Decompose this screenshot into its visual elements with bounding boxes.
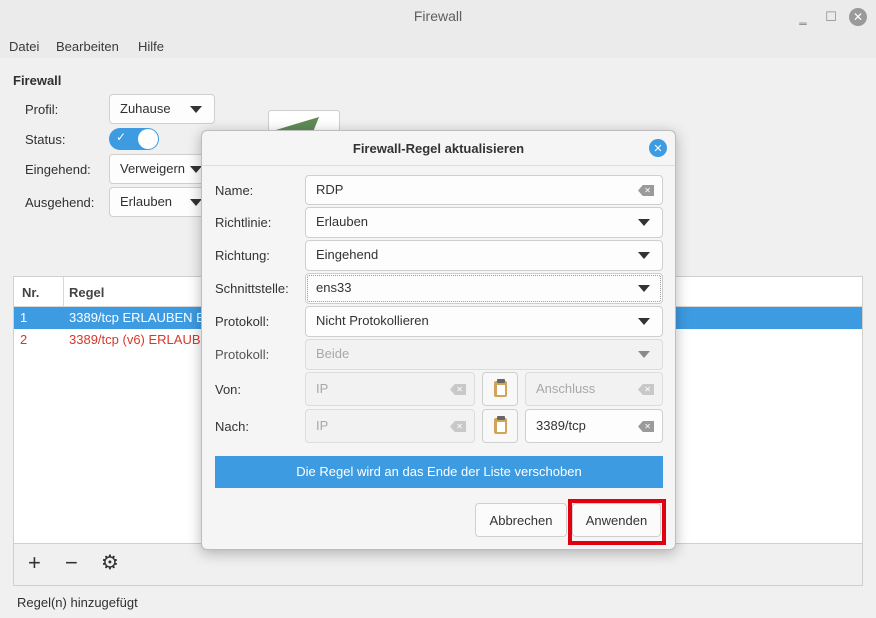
close-icon[interactable]: ✕	[849, 8, 867, 26]
from-label: Von:	[215, 382, 242, 397]
minimize-icon[interactable]: ‗	[794, 8, 812, 26]
to-ip-input[interactable]: IP ✕	[305, 409, 475, 443]
to-paste-button[interactable]	[482, 409, 518, 443]
column-divider	[63, 277, 64, 307]
chevron-down-icon	[638, 318, 650, 325]
info-banner: Die Regel wird an das Ende der Liste ver…	[215, 456, 663, 488]
interface-label: Schnittstelle:	[215, 281, 289, 296]
cancel-button[interactable]: Abbrechen	[475, 503, 567, 537]
chevron-down-icon	[638, 351, 650, 358]
menu-bar: Datei Bearbeiten Hilfe	[0, 34, 876, 58]
from-port-placeholder: Anschluss	[536, 381, 596, 396]
from-paste-button[interactable]	[482, 372, 518, 406]
outgoing-label: Ausgehend:	[25, 195, 95, 210]
policy-value: Erlauben	[316, 214, 369, 229]
outgoing-value: Erlauben	[120, 194, 173, 209]
clipboard-paper	[497, 422, 505, 432]
row-rule: 3389/tcp ERLAUBEN E	[69, 310, 205, 325]
to-port-input[interactable]: 3389/tcp ✕	[525, 409, 663, 443]
clear-icon[interactable]: ✕	[450, 384, 466, 395]
chevron-down-icon	[638, 285, 650, 292]
menu-hilfe[interactable]: Hilfe	[138, 39, 164, 54]
dialog-close-icon[interactable]: ✕	[649, 139, 667, 157]
clear-icon[interactable]: ✕	[638, 185, 654, 196]
row-nr: 1	[20, 310, 28, 325]
clipboard-clip	[497, 379, 505, 383]
outgoing-select[interactable]: Erlauben	[109, 187, 215, 217]
incoming-label: Eingehend:	[25, 162, 91, 177]
menu-bearbeiten[interactable]: Bearbeiten	[56, 39, 119, 54]
clipboard-paper	[497, 385, 505, 395]
update-rule-dialog: Firewall-Regel aktualisieren ✕ Name: RDP…	[201, 130, 676, 550]
column-nr[interactable]: Nr.	[22, 285, 39, 300]
title-bar: Firewall ‗ ☐ ✕	[0, 0, 876, 34]
chevron-down-icon	[190, 106, 202, 113]
dialog-divider	[202, 165, 675, 166]
section-heading: Firewall	[13, 73, 62, 88]
profile-select[interactable]: Zuhause	[109, 94, 215, 124]
name-value: RDP	[316, 182, 344, 197]
direction-select[interactable]: Eingehend	[305, 240, 663, 271]
incoming-value: Verweigern	[120, 161, 186, 176]
logging-select[interactable]: Nicht Protokollieren	[305, 306, 663, 337]
to-port-value: 3389/tcp	[536, 418, 586, 433]
direction-value: Eingehend	[316, 247, 379, 262]
protocol-select: Beide	[305, 339, 663, 370]
from-ip-input[interactable]: IP ✕	[305, 372, 475, 406]
column-rule[interactable]: Regel	[69, 285, 104, 300]
rules-toolbar: + − ⚙	[13, 544, 863, 586]
clear-icon[interactable]: ✕	[638, 384, 654, 395]
chevron-down-icon	[638, 252, 650, 259]
status-label: Status:	[25, 132, 66, 147]
dialog-title: Firewall-Regel aktualisieren	[352, 141, 525, 156]
add-rule-button[interactable]: +	[28, 552, 41, 574]
from-ip-placeholder: IP	[316, 381, 329, 396]
to-label: Nach:	[215, 419, 249, 434]
clear-icon[interactable]: ✕	[450, 421, 466, 432]
status-bar-text: Regel(n) hinzugefügt	[17, 595, 138, 610]
protocol-value: Beide	[316, 346, 350, 361]
menu-datei[interactable]: Datei	[9, 39, 39, 54]
profile-label: Profil:	[25, 102, 59, 117]
chevron-down-icon	[638, 219, 650, 226]
interface-value: ens33	[316, 280, 352, 295]
logging-label: Protokoll:	[215, 314, 270, 329]
row-rule: 3389/tcp (v6) ERLAUB	[69, 332, 201, 347]
status-toggle[interactable]: ✓	[109, 128, 159, 150]
from-port-input[interactable]: Anschluss ✕	[525, 372, 663, 406]
check-icon: ✓	[116, 130, 127, 144]
policy-select[interactable]: Erlauben	[305, 207, 663, 238]
protocol-label: Protokoll:	[215, 347, 270, 362]
logging-value: Nicht Protokollieren	[316, 313, 429, 328]
clipboard-clip	[497, 416, 505, 420]
toggle-knob	[138, 129, 158, 149]
remove-rule-button[interactable]: −	[65, 552, 78, 574]
name-label: Name:	[215, 183, 254, 198]
window-title: Firewall	[413, 8, 463, 24]
direction-label: Richtung:	[215, 248, 270, 263]
policy-label: Richtlinie:	[215, 215, 272, 230]
interface-select[interactable]: ens33	[305, 273, 663, 304]
maximize-icon[interactable]: ☐	[822, 8, 840, 26]
to-ip-placeholder: IP	[316, 418, 329, 433]
name-field[interactable]: RDP ✕	[305, 175, 663, 205]
settings-gear-icon[interactable]: ⚙	[101, 552, 119, 574]
clear-icon[interactable]: ✕	[638, 421, 654, 432]
row-nr: 2	[20, 332, 28, 347]
highlight-box	[568, 499, 666, 545]
profile-value: Zuhause	[120, 101, 171, 116]
incoming-select[interactable]: Verweigern	[109, 154, 215, 184]
